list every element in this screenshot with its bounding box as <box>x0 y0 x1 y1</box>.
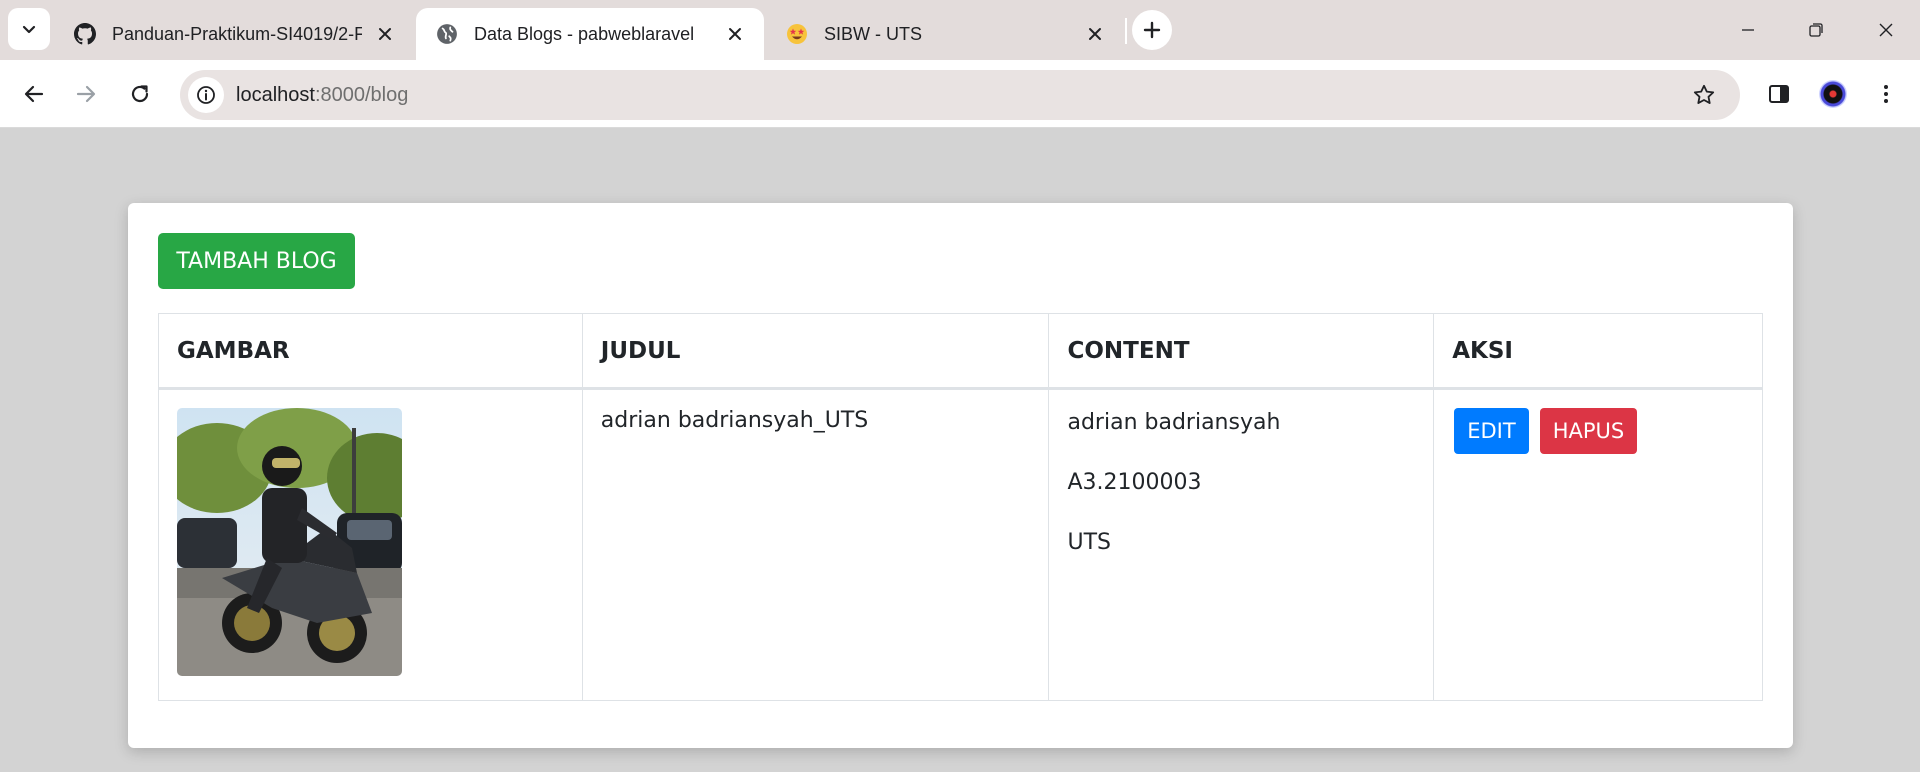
new-tab-button[interactable] <box>1132 10 1172 50</box>
cell-content: adrian badriansyah A3.2100003 UTS <box>1048 388 1435 701</box>
back-button[interactable] <box>12 72 56 116</box>
content-line: adrian badriansyah <box>1067 410 1281 435</box>
blog-table: GAMBAR JUDUL CONTENT AKSI adrian badrian… <box>158 313 1763 701</box>
info-icon <box>197 86 215 104</box>
tab-search-button[interactable] <box>8 8 50 50</box>
header-gambar: GAMBAR <box>158 313 583 390</box>
close-tab-icon[interactable] <box>1084 23 1106 45</box>
side-panel-icon <box>1769 85 1789 103</box>
url-text[interactable]: localhost:8000/blog <box>236 70 408 120</box>
motorcycle-rider-photo <box>177 408 402 676</box>
cell-judul: adrian badriansyah_UTS <box>581 388 1050 701</box>
header-content: CONTENT <box>1048 313 1435 390</box>
site-info-button[interactable] <box>188 77 224 113</box>
tab-strip: Panduan-Praktikum-SI4019/2-F Data Blogs … <box>0 0 1920 60</box>
cell-aksi: EDIT HAPUS <box>1433 388 1763 701</box>
blog-card: TAMBAH BLOG GAMBAR JUDUL CONTENT AKSI ad… <box>128 203 1793 748</box>
content-line: UTS <box>1067 530 1111 555</box>
tab-title: SIBW - UTS <box>824 23 922 44</box>
more-vertical-icon <box>1884 85 1888 103</box>
github-icon <box>74 23 96 45</box>
forward-button[interactable] <box>64 72 108 116</box>
reload-button[interactable] <box>118 72 162 116</box>
close-tab-icon[interactable] <box>374 23 396 45</box>
arrow-left-icon <box>24 85 44 103</box>
content-line: A3.2100003 <box>1067 470 1202 495</box>
profile-button[interactable] <box>1811 72 1855 116</box>
tab-panduan[interactable]: Panduan-Praktikum-SI4019/2-F <box>54 8 414 60</box>
tab-sibw-uts[interactable]: SIBW - UTS <box>766 8 1124 60</box>
tab-title: Panduan-Praktikum-SI4019/2-F <box>112 23 362 44</box>
menu-button[interactable] <box>1864 72 1908 116</box>
url-path: :8000/blog <box>314 84 409 106</box>
minimize-button[interactable] <box>1728 10 1768 50</box>
star-icon <box>1693 84 1715 104</box>
header-judul: JUDUL <box>581 313 1050 390</box>
add-blog-button[interactable]: TAMBAH BLOG <box>158 233 355 289</box>
cell-gambar <box>158 388 583 701</box>
close-tab-icon[interactable] <box>724 23 746 45</box>
blog-image <box>177 408 402 676</box>
avatar <box>1819 80 1847 108</box>
table-header-row: GAMBAR JUDUL CONTENT AKSI <box>158 313 1763 390</box>
minimize-icon <box>1742 29 1754 31</box>
header-aksi: AKSI <box>1433 313 1763 390</box>
bookmark-button[interactable] <box>1684 75 1724 115</box>
url-host: localhost <box>236 84 315 106</box>
tab-divider <box>1125 18 1127 44</box>
delete-button[interactable]: HAPUS <box>1539 408 1638 454</box>
restore-icon <box>1809 23 1823 37</box>
tab-data-blogs[interactable]: Data Blogs - pabweblaravel <box>416 8 764 60</box>
edit-button[interactable]: EDIT <box>1454 408 1529 454</box>
close-window-button[interactable] <box>1866 10 1906 50</box>
globe-icon <box>437 24 457 44</box>
restore-button[interactable] <box>1796 10 1836 50</box>
tab-title: Data Blogs - pabweblaravel <box>474 23 695 44</box>
address-bar[interactable]: localhost:8000/blog <box>180 70 1740 120</box>
browser-toolbar: localhost:8000/blog <box>0 60 1920 128</box>
table-row: adrian badriansyah_UTS adrian badriansya… <box>158 388 1763 701</box>
reload-icon <box>131 85 149 103</box>
star-struck-emoji-icon <box>787 24 807 44</box>
arrow-right-icon <box>76 85 96 103</box>
chevron-down-icon <box>22 25 36 34</box>
plus-icon <box>1143 21 1161 39</box>
close-icon <box>1879 23 1893 37</box>
side-panel-button[interactable] <box>1757 72 1801 116</box>
